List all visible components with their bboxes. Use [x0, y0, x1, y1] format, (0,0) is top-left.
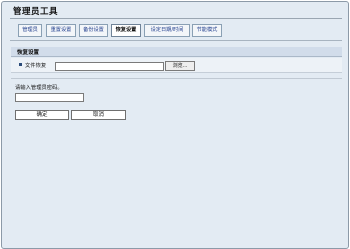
tab-date-time[interactable]: 设定日期/时间 — [144, 24, 190, 37]
cancel-button[interactable]: 取消 — [71, 110, 126, 120]
content-divider — [11, 78, 342, 79]
ok-button[interactable]: 确定 — [15, 110, 69, 120]
tab-backup-settings[interactable]: 备份设置 — [79, 24, 108, 37]
bullet-icon — [19, 63, 22, 66]
tab-administrator[interactable]: 管理员 — [18, 24, 42, 37]
section-title: 恢复设置 — [17, 50, 40, 56]
file-restore-label: 文件恢复 — [25, 63, 47, 69]
tab-energy-saver[interactable]: 节能模式 — [192, 24, 222, 37]
app-title: 管理员工具 — [13, 7, 59, 17]
password-input[interactable] — [15, 93, 84, 102]
section-header — [11, 47, 342, 57]
app-window: 管理员工具 管理员 重置设置 备份设置 恢复设置 设定日期/时间 节能模式 恢复… — [1, 1, 349, 249]
title-divider — [10, 18, 342, 19]
tab-reset-settings[interactable]: 重置设置 — [46, 24, 76, 37]
browse-button[interactable]: 浏览... — [165, 61, 195, 71]
tab-restore-settings[interactable]: 恢复设置 — [111, 24, 141, 37]
tab-divider — [10, 40, 342, 41]
file-path-input[interactable] — [55, 62, 164, 71]
tab-bar: 管理员 重置设置 备份设置 恢复设置 设定日期/时间 节能模式 — [2, 24, 342, 37]
password-prompt: 请输入管理员密码。 — [15, 85, 63, 91]
